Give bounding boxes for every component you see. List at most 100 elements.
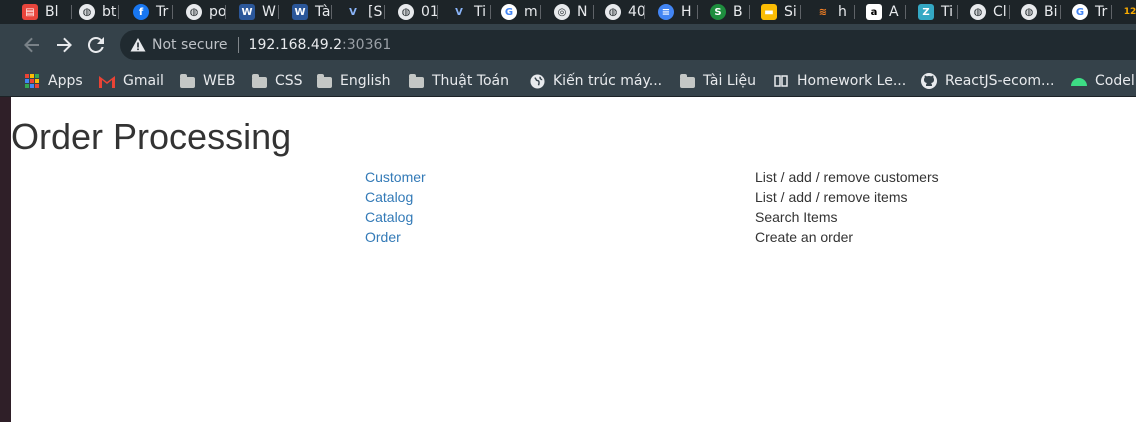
v-icon: V	[455, 6, 463, 18]
url-host: 192.168.49.2	[248, 37, 343, 53]
forward-button[interactable]	[48, 29, 80, 61]
bookmark-folder-english[interactable]: English	[316, 70, 391, 92]
tab-3[interactable]: f Tr	[133, 0, 173, 24]
tab-label: m	[524, 4, 538, 20]
stackoverflow-icon: ≋	[818, 6, 828, 18]
tab-6[interactable]: W Tà	[292, 0, 332, 24]
tab-strip: ▤ Bl ◍ bt f Tr ◍ po WW W Tà V [S ◍ 01 V Ti Gm ◎ N…	[0, 0, 1136, 24]
tab-label: Cl	[993, 4, 1007, 20]
tab-22[interactable]: 12	[1122, 0, 1136, 24]
tab-11[interactable]: ◎ N	[554, 0, 594, 24]
google-icon: G	[1072, 4, 1088, 20]
bookmark-label: Tài Liệu	[703, 73, 757, 89]
bookmark-apps[interactable]: Apps	[24, 70, 83, 92]
tab-18[interactable]: Z Ti	[918, 0, 958, 24]
bookmark-kien-truc[interactable]: Kiến trúc máy...	[529, 70, 662, 92]
security-label[interactable]: Not secure	[152, 37, 228, 53]
bookmark-folder-tai-lieu[interactable]: Tài Liệu	[679, 70, 756, 92]
tab-label: 01	[421, 4, 438, 20]
bookmark-gmail[interactable]: Gmail	[99, 70, 164, 92]
tab-9[interactable]: V Ti	[451, 0, 491, 24]
tab-label: H	[681, 4, 692, 20]
tab-10[interactable]: Gm	[501, 0, 541, 24]
browser-toolbar: Not secure 192.168.49.2:30361	[0, 24, 1136, 66]
sphere-icon: ≡	[658, 4, 674, 20]
bookmark-label: CSS	[275, 73, 303, 89]
address-bar[interactable]: Not secure 192.168.49.2:30361	[120, 30, 1136, 60]
folder-icon	[679, 73, 695, 89]
tab-19[interactable]: ◍ Cl	[970, 0, 1010, 24]
tab-label: Bi	[1044, 4, 1058, 20]
table-row: Customer List / add / remove customers	[365, 167, 939, 187]
tab-15[interactable]: ▬ Si	[761, 0, 801, 24]
tab-5[interactable]: WW	[239, 0, 279, 24]
bookmark-label: WEB	[203, 73, 236, 89]
folder-icon: ▬	[761, 4, 777, 20]
bookmark-label: Homework Le...	[797, 73, 907, 89]
row-description: List / add / remove items	[755, 189, 908, 205]
row-description: Search Items	[755, 209, 838, 225]
customer-link[interactable]: Customer	[365, 167, 755, 187]
z-icon: Z	[918, 4, 934, 20]
tab-1[interactable]: ▤ Bl	[22, 0, 72, 24]
tab-14[interactable]: SB	[710, 0, 750, 24]
folder-icon	[179, 73, 195, 89]
bookmark-label: ReactJS-ecom...	[945, 73, 1055, 89]
tab-label: 40	[628, 4, 645, 20]
gmail-icon	[99, 73, 115, 89]
catalog-search-link[interactable]: Catalog	[365, 207, 755, 227]
bookmark-label: Gmail	[123, 73, 164, 89]
tab-2[interactable]: ◍ bt	[79, 0, 119, 24]
page-title: Order Processing	[11, 116, 292, 157]
bookmark-label: Thuật Toán	[432, 73, 510, 89]
pdf-icon: ▤	[22, 4, 38, 20]
globe-icon: ◍	[605, 4, 621, 20]
bookmark-homework[interactable]: Homework Le...	[773, 70, 906, 92]
omnibox-divider	[237, 37, 239, 53]
tab-20[interactable]: ◍ Bi	[1021, 0, 1061, 24]
tab-17[interactable]: aA	[866, 0, 906, 24]
bookmark-codel[interactable]: Codel	[1071, 70, 1135, 92]
tab-21[interactable]: G Tr	[1072, 0, 1112, 24]
globe-icon: ◍	[398, 4, 414, 20]
tab-label: Tr	[1095, 4, 1108, 20]
bookmark-label: Apps	[48, 73, 83, 89]
order-link[interactable]: Order	[365, 227, 755, 247]
tab-12[interactable]: ◍ 40	[605, 0, 645, 24]
globe-icon: ◍	[1021, 4, 1037, 20]
word-icon: W	[292, 4, 308, 20]
page-content: Order Processing Customer List / add / r…	[11, 97, 1136, 422]
tab-8[interactable]: ◍ 01	[398, 0, 438, 24]
folder-icon	[251, 73, 267, 89]
reload-button[interactable]	[80, 29, 112, 61]
tab-7[interactable]: V [S	[345, 0, 385, 24]
warning-icon	[130, 38, 146, 52]
bookmark-folder-thuat-toan[interactable]: Thuật Toán	[408, 70, 509, 92]
catalog-link[interactable]: Catalog	[365, 187, 755, 207]
tab-label: A	[889, 4, 899, 20]
bookmark-label: Codel	[1095, 73, 1135, 89]
tab-label: Tà	[315, 4, 331, 20]
url-port: :30361	[342, 37, 392, 53]
tab-13[interactable]: ≡ H	[658, 0, 698, 24]
apps-grid-icon	[24, 73, 40, 89]
bookmark-folder-web[interactable]: WEB	[179, 70, 235, 92]
row-description: List / add / remove customers	[755, 169, 939, 185]
tab-16[interactable]: ≋ h	[815, 0, 855, 24]
row-description: Create an order	[755, 229, 854, 245]
tab-label: [S	[368, 4, 383, 20]
google-icon: G	[501, 4, 517, 20]
bookmark-label: Kiến trúc máy...	[553, 73, 663, 89]
number-icon: 12	[1123, 7, 1136, 17]
back-button[interactable]	[16, 29, 48, 61]
amazon-icon: a	[866, 4, 882, 20]
tab-label: Bl	[45, 4, 59, 20]
tab-4[interactable]: ◍ po	[186, 0, 226, 24]
folder-icon	[408, 73, 424, 89]
tab-label: B	[733, 4, 743, 20]
word-icon: W	[239, 4, 255, 20]
tab-label: Si	[784, 4, 797, 20]
bookmark-reactjs[interactable]: ReactJS-ecom...	[921, 70, 1054, 92]
bookmark-folder-css[interactable]: CSS	[251, 70, 303, 92]
tab-label: bt	[102, 4, 117, 20]
